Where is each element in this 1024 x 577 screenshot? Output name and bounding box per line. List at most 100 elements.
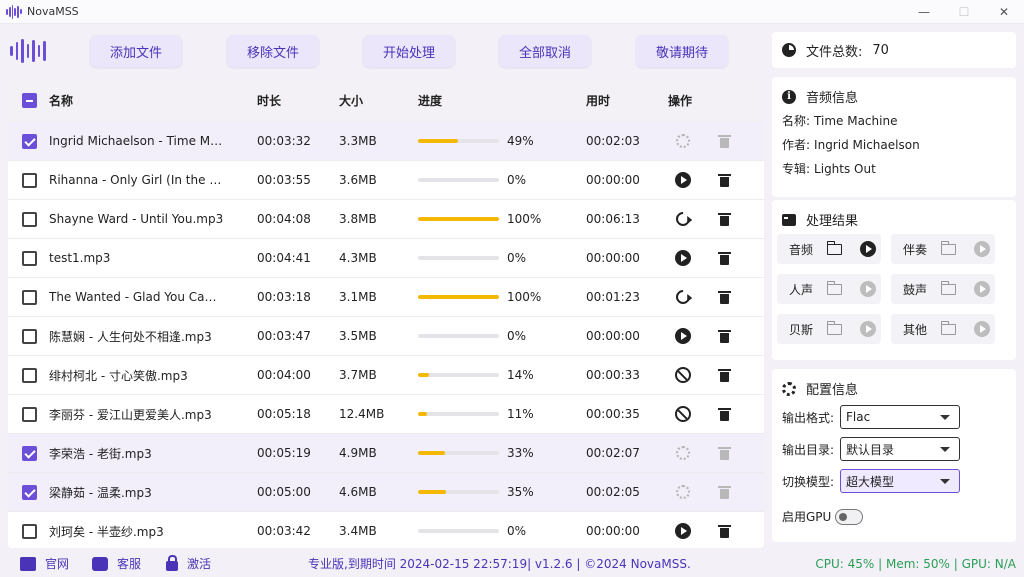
row-size: 3.1MB: [339, 290, 377, 304]
row-progress-percent: 100%: [507, 290, 542, 304]
header-duration[interactable]: 时长: [257, 78, 327, 122]
refresh-icon[interactable]: [673, 209, 693, 229]
remove-file-button[interactable]: 移除文件: [227, 35, 319, 67]
output-format-row: 输出格式: Flac: [782, 405, 960, 429]
row-progress-bar: [418, 490, 499, 494]
play-icon[interactable]: [675, 250, 691, 266]
table-row[interactable]: test1.mp3 00:04:41 4.3MB 0% 00:00:00: [8, 239, 764, 278]
delete-icon[interactable]: [717, 368, 731, 382]
activate-link[interactable]: 激活: [166, 550, 211, 577]
row-size: 4.3MB: [339, 251, 377, 265]
table-row[interactable]: Shayne Ward - Until You.mp3 00:04:08 3.8MB…: [8, 200, 764, 239]
table-row[interactable]: 陈慧娴 - 人生何处不相逢.mp3 00:03:47 3.5MB 0% 00:00:00: [8, 317, 764, 356]
header-name[interactable]: 名称: [49, 78, 227, 122]
minimize-button[interactable]: —: [904, 0, 944, 24]
row-progress-bar: [418, 412, 499, 416]
row-checkbox[interactable]: [22, 211, 37, 227]
play-icon[interactable]: [675, 523, 691, 539]
result-tile-label: 人声: [789, 282, 814, 297]
close-button[interactable]: ✕: [984, 0, 1024, 24]
result-panel: 处理结果 音频 伴奏 人声 鼓声 贝斯 其他: [772, 200, 1016, 360]
title-bar: NovaMSS — ☐ ✕: [0, 0, 1024, 24]
row-checkbox[interactable]: [22, 250, 37, 266]
share-icon: [20, 556, 36, 571]
result-tile: 其他: [891, 314, 995, 344]
cancel-icon[interactable]: [675, 367, 691, 383]
delete-icon[interactable]: [717, 524, 731, 538]
row-progress-bar: [418, 256, 499, 260]
file-table: 名称 时长 大小 进度 用时 操作 Ingrid Michaelson - Ti…: [8, 78, 764, 548]
gpu-toggle[interactable]: [835, 508, 864, 525]
model-select[interactable]: 超大模型: [840, 469, 960, 493]
output-format-select[interactable]: Flac: [840, 405, 960, 429]
row-checkbox[interactable]: [22, 328, 37, 344]
refresh-icon[interactable]: [673, 287, 693, 307]
coming-soon-button[interactable]: 敬请期待: [636, 35, 728, 67]
row-checkbox[interactable]: [22, 172, 37, 188]
row-checkbox[interactable]: [22, 367, 37, 383]
app-logo-icon: [6, 4, 22, 20]
result-tile: 鼓声: [891, 274, 995, 304]
row-progress-percent: 0%: [507, 251, 527, 265]
result-tile-label: 其他: [903, 322, 928, 337]
row-size: 3.4MB: [339, 524, 377, 538]
output-format-label: 输出格式:: [782, 410, 835, 425]
output-dir-label: 输出目录:: [782, 442, 835, 457]
output-dir-select[interactable]: 默认目录: [840, 437, 960, 461]
row-duration: 00:03:55: [257, 173, 311, 187]
play-icon[interactable]: [675, 328, 691, 344]
website-link[interactable]: 官网: [20, 550, 69, 577]
delete-icon[interactable]: [717, 290, 731, 304]
support-label: 客服: [117, 557, 142, 571]
table-row[interactable]: 梁静茹 - 温柔.mp3 00:05:00 4.6MB 35% 00:02:05: [8, 473, 764, 512]
header-size[interactable]: 大小: [339, 78, 409, 122]
row-name: 梁静茹 - 温柔.mp3: [49, 485, 152, 500]
table-row[interactable]: Ingrid Michaelson - Time Mac… 00:03:32 3.3…: [8, 122, 764, 161]
file-count-label: 文件总数:: [806, 44, 863, 60]
play-icon[interactable]: [860, 241, 876, 257]
row-checkbox[interactable]: [22, 133, 37, 149]
header-progress[interactable]: 进度: [418, 78, 499, 122]
delete-icon[interactable]: [717, 173, 731, 187]
support-link[interactable]: 客服: [92, 550, 141, 577]
cancel-icon[interactable]: [675, 406, 691, 422]
table-row[interactable]: The Wanted - Glad You Came.… 00:03:18 3.1M…: [8, 278, 764, 317]
table-row[interactable]: 李丽芬 - 爱江山更爱美人.mp3 00:05:18 12.4MB 11% 00:00:…: [8, 395, 764, 434]
row-progress-bar: [418, 217, 499, 221]
result-tile-label: 音频: [789, 242, 814, 257]
row-name: 李丽芬 - 爱江山更爱美人.mp3: [49, 407, 212, 422]
play-icon[interactable]: [675, 172, 691, 188]
audio-album-value: Lights Out: [814, 162, 876, 176]
folder-icon: [826, 280, 842, 295]
table-row[interactable]: 绯村柯北 - 寸心笑傲.mp3 00:04:00 3.7MB 14% 00:00:33: [8, 356, 764, 395]
add-file-button[interactable]: 添加文件: [90, 35, 182, 67]
row-checkbox[interactable]: [22, 523, 37, 539]
select-all-checkbox[interactable]: [22, 92, 37, 108]
folder-icon[interactable]: [826, 240, 842, 255]
row-checkbox[interactable]: [22, 406, 37, 422]
delete-icon[interactable]: [717, 329, 731, 343]
folder-icon: [940, 280, 956, 295]
row-checkbox[interactable]: [22, 289, 37, 305]
delete-icon: [717, 134, 731, 148]
row-duration: 00:05:19: [257, 446, 311, 460]
row-name: Ingrid Michaelson - Time Mac…: [49, 134, 227, 148]
delete-icon[interactable]: [717, 212, 731, 226]
model-label: 切换模型:: [782, 474, 835, 489]
table-row[interactable]: Rihanna - Only Girl (In the Wo… 00:03:55 3…: [8, 161, 764, 200]
header-elapsed[interactable]: 用时: [586, 78, 656, 122]
row-checkbox[interactable]: [22, 484, 37, 500]
row-duration: 00:04:41: [257, 251, 311, 265]
delete-icon[interactable]: [717, 407, 731, 421]
row-checkbox[interactable]: [22, 445, 37, 461]
row-duration: 00:03:18: [257, 290, 311, 304]
result-tile-label: 贝斯: [789, 322, 814, 337]
start-process-button[interactable]: 开始处理: [363, 35, 455, 67]
table-row[interactable]: 李荣浩 - 老街.mp3 00:05:19 4.9MB 33% 00:02:07: [8, 434, 764, 473]
result-tile: 伴奏: [891, 234, 995, 264]
cancel-all-button[interactable]: 全部取消: [499, 35, 591, 67]
table-row[interactable]: 刘珂矣 - 半壶纱.mp3 00:03:42 3.4MB 0% 00:00:00: [8, 512, 764, 548]
delete-icon[interactable]: [717, 251, 731, 265]
chat-icon: [92, 556, 108, 571]
row-progress-percent: 35%: [507, 485, 534, 499]
